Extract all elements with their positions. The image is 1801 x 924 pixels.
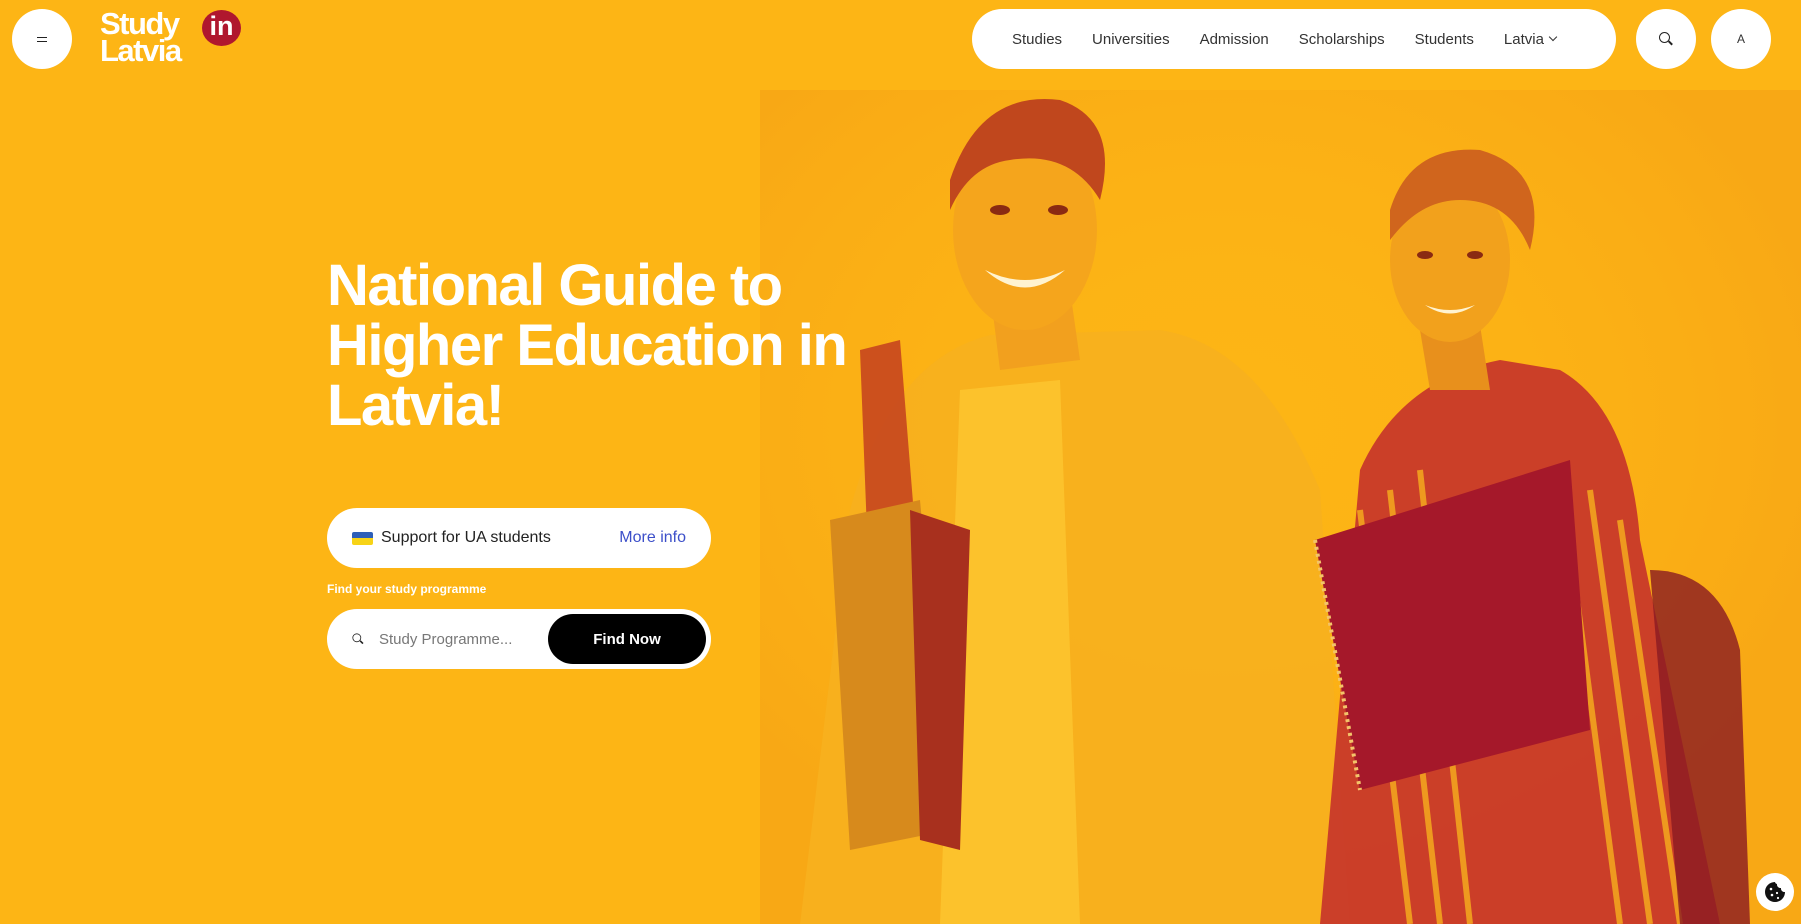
hero-photo — [760, 90, 1801, 924]
ua-support-label: Support for UA students — [381, 529, 551, 546]
page-title: National Guide to Higher Education in La… — [327, 253, 848, 438]
menu-button[interactable] — [12, 9, 72, 69]
search-button[interactable] — [1636, 9, 1696, 69]
ua-flag-icon — [352, 531, 373, 545]
search-icon — [1659, 32, 1673, 46]
logo-in-badge: in — [202, 10, 241, 46]
site-logo[interactable]: Study Latvia in — [100, 8, 245, 68]
nav-item-scholarships[interactable]: Scholarships — [1299, 31, 1385, 48]
hamburger-menu-icon — [37, 36, 47, 42]
accessibility-button[interactable]: A — [1711, 9, 1771, 69]
ua-support-banner: Support for UA students More info — [327, 508, 711, 568]
programme-search-form: Find Now — [327, 609, 711, 669]
nav-item-admission[interactable]: Admission — [1200, 31, 1269, 48]
nav-item-latvia-label: Latvia — [1503, 30, 1544, 48]
nav-item-latvia-dropdown[interactable]: Latvia — [1503, 30, 1558, 48]
nav-item-universities[interactable]: Universities — [1092, 31, 1170, 48]
nav-item-studies[interactable]: Studies — [1012, 31, 1062, 48]
chevron-down-icon — [1548, 32, 1558, 42]
find-programme-label: Find your study programme — [327, 582, 487, 596]
search-icon — [352, 633, 363, 644]
nav-item-students[interactable]: Students — [1415, 31, 1474, 48]
logo-text-latvia: Latvia — [100, 33, 182, 68]
find-now-button[interactable]: Find Now — [548, 614, 706, 664]
more-info-link[interactable]: More info — [619, 529, 686, 547]
cookie-settings-button[interactable] — [1756, 873, 1794, 911]
main-nav: Studies Universities Admission Scholarsh… — [972, 9, 1616, 69]
programme-search-input[interactable] — [379, 630, 529, 648]
cookie-icon — [1765, 882, 1785, 902]
